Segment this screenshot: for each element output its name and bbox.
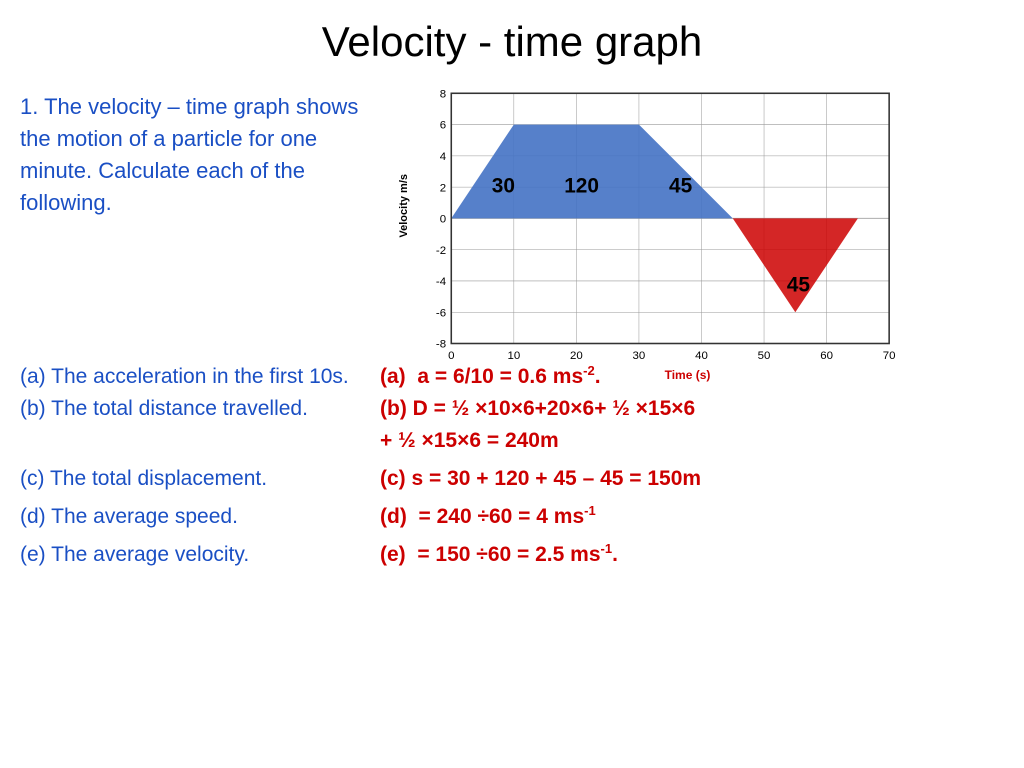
question-a-label: (a) The acceleration in the first 10s.: [20, 365, 349, 388]
red-area: [733, 218, 858, 312]
svg-text:4: 4: [440, 151, 447, 163]
svg-text:-8: -8: [436, 339, 446, 351]
question-row-b: (b) The total distance travelled. (b) D …: [20, 397, 1004, 421]
svg-text:10: 10: [507, 350, 520, 361]
question-d-text: (d) The average speed.: [20, 505, 380, 529]
svg-text:6: 6: [440, 120, 446, 132]
question-row-e: (e) The average velocity. (e) = 150 ÷60 …: [20, 541, 1004, 567]
top-section: 1. The velocity – time graph shows the m…: [0, 81, 1024, 351]
svg-text:-6: -6: [436, 307, 446, 319]
y-axis-label: Velocity m/s: [398, 174, 410, 238]
graph-svg: 8 6 4 2 0 -2 -4 -6 -8 0 10 20 30 40 50 6…: [420, 81, 910, 361]
svg-text:50: 50: [758, 350, 771, 361]
questions-section: (a) The acceleration in the first 10s. (…: [0, 351, 1024, 567]
svg-text:60: 60: [820, 350, 833, 361]
question-row-d: (d) The average speed. (d) = 240 ÷60 = 4…: [20, 503, 1004, 529]
description-text: 1. The velocity – time graph shows the m…: [20, 81, 380, 219]
svg-text:0: 0: [448, 350, 454, 361]
svg-text:45: 45: [669, 174, 693, 197]
svg-text:70: 70: [883, 350, 896, 361]
graph-container: Velocity m/s: [390, 81, 1004, 351]
svg-text:2: 2: [440, 182, 446, 194]
blue-area: [451, 125, 732, 219]
question-e-text: (e) The average velocity.: [20, 543, 380, 567]
answer-b2: + ½ ×15×6 = 240m: [380, 429, 1004, 453]
svg-text:30: 30: [633, 350, 646, 361]
svg-text:20: 20: [570, 350, 583, 361]
svg-text:0: 0: [440, 214, 446, 226]
svg-text:30: 30: [492, 174, 515, 197]
svg-text:8: 8: [440, 88, 446, 100]
x-axis-label: Time (s): [465, 368, 910, 382]
question-c-text: (c) The total displacement.: [20, 467, 380, 491]
answer-d: (d) = 240 ÷60 = 4 ms-1: [380, 503, 1004, 529]
answer-c: (c) s = 30 + 120 + 45 – 45 = 150m: [380, 467, 1004, 491]
answer-b-continuation: + ½ ×15×6 = 240m: [20, 429, 1004, 453]
svg-text:45: 45: [787, 273, 811, 296]
page-title: Velocity - time graph: [0, 0, 1024, 76]
svg-text:40: 40: [695, 350, 708, 361]
svg-text:-4: -4: [436, 276, 447, 288]
question-b-text: (b) The total distance travelled.: [20, 397, 380, 421]
question-row-c: (c) The total displacement. (c) s = 30 +…: [20, 467, 1004, 491]
question-a-text: (a) The acceleration in the first 10s.: [20, 365, 380, 389]
graph-area: Velocity m/s: [420, 81, 910, 351]
answer-b: (b) D = ½ ×10×6+20×6+ ½ ×15×6: [380, 397, 1004, 421]
svg-text:120: 120: [564, 174, 599, 197]
svg-text:-2: -2: [436, 245, 446, 257]
answer-e: (e) = 150 ÷60 = 2.5 ms-1.: [380, 541, 1004, 567]
